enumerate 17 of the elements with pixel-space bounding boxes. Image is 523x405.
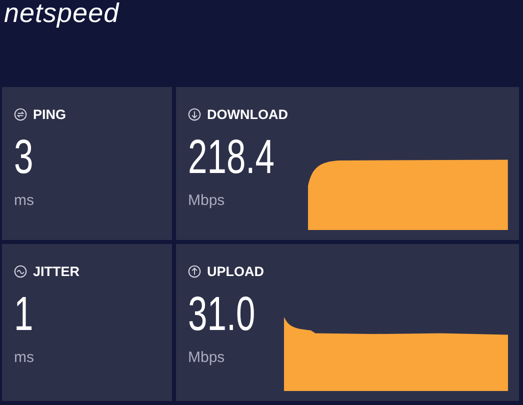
metric-label: PING — [33, 107, 66, 122]
metric-value: 3 — [14, 132, 34, 184]
upload-icon — [188, 265, 201, 278]
metric-value: 1 — [14, 289, 34, 341]
download-icon — [188, 108, 201, 121]
logo: netspeed — [3, 0, 120, 30]
metric-unit: ms — [14, 349, 34, 366]
wave-icon — [14, 265, 27, 278]
ping-icon — [14, 108, 27, 121]
metric-value: 218.4 — [188, 132, 274, 184]
metric-unit: ms — [14, 192, 34, 209]
metric-label: DOWNLOAD — [207, 107, 288, 122]
metric-value: 31.0 — [188, 289, 256, 341]
metric-unit: Mbps — [188, 192, 225, 209]
metric-unit: Mbps — [188, 349, 225, 366]
metric-label: UPLOAD — [207, 264, 264, 279]
metric-label: JITTER — [33, 264, 80, 279]
